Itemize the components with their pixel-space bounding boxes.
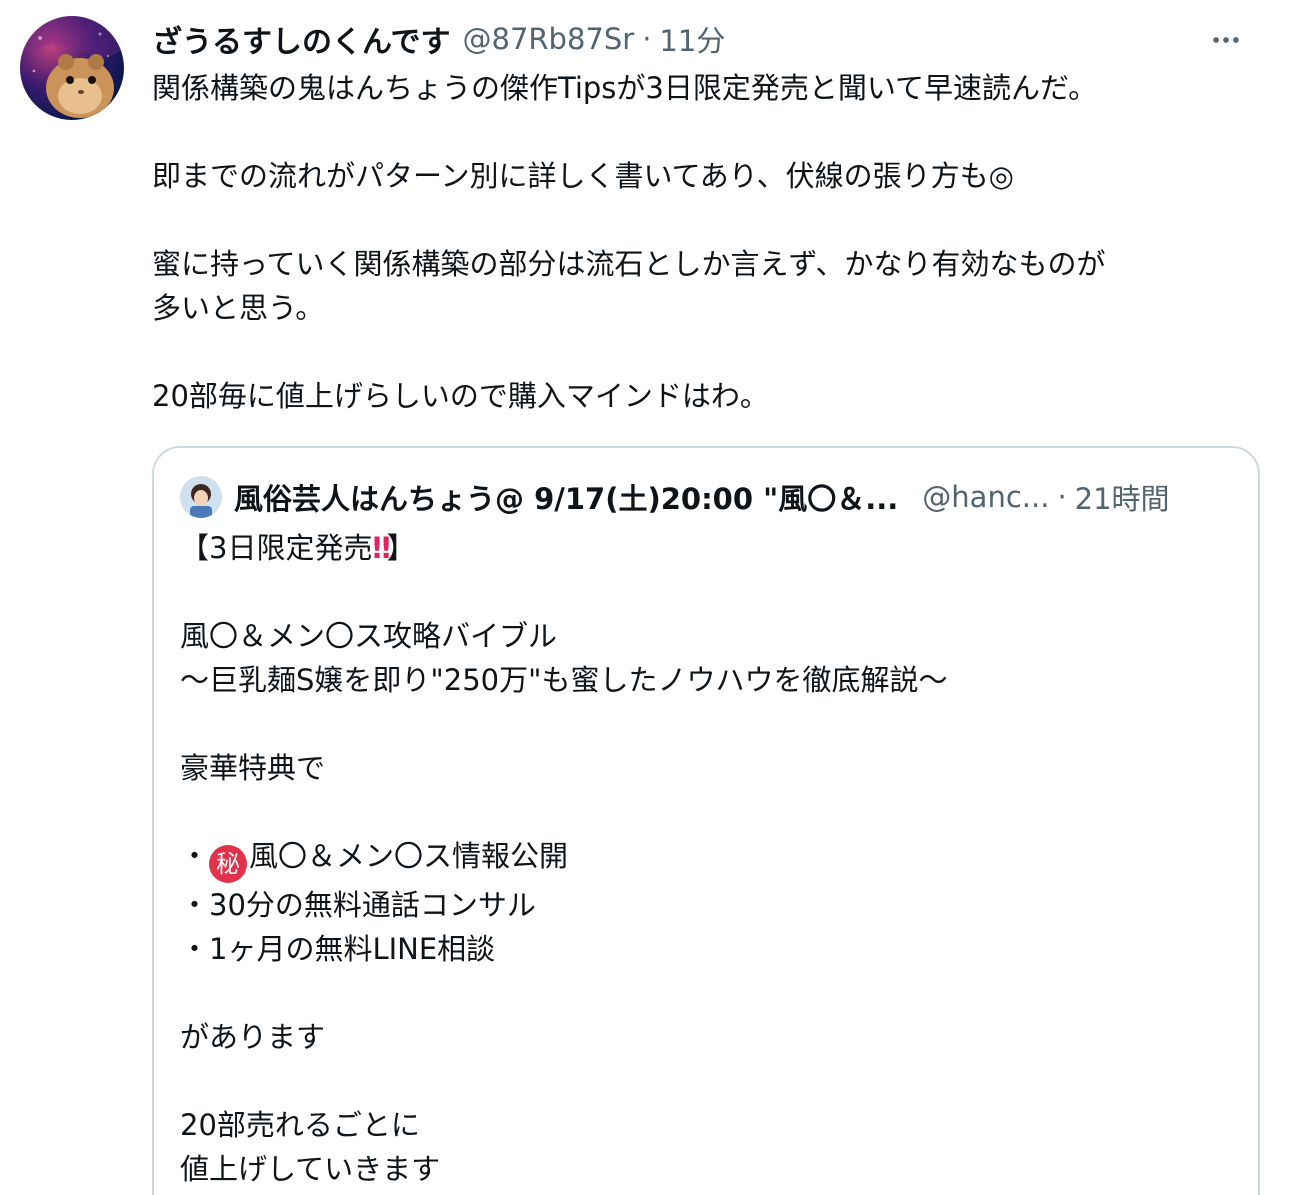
quoted-tweet-body: 【3日限定発売‼】 風〇＆メン〇ス攻略バイブル 〜巨乳麺S嬢を即り"250万"も… bbox=[180, 526, 1230, 1191]
quoted-tweet-timestamp: 21時間 bbox=[1074, 482, 1170, 516]
tweet-line: 蜜に持っていく関係構築の部分は流石としか言えず、かなり有効なものが bbox=[152, 247, 1106, 281]
tweet-line: 即までの流れがパターン別に詳しく書いてあり、伏線の張り方も◎ bbox=[152, 159, 1014, 193]
tweet-line: 多いと思う。 bbox=[152, 291, 325, 325]
more-options-button[interactable] bbox=[1208, 22, 1244, 58]
author-display-name[interactable]: ざうるすしのくんです bbox=[152, 17, 451, 61]
quoted-bonus-2: ・30分の無料通話コンサル bbox=[180, 888, 536, 922]
quoted-title-line: 【3日限定発売‼】 bbox=[180, 526, 1230, 570]
bonus-1-text: 風〇＆メン〇ス情報公開 bbox=[249, 839, 569, 873]
quoted-line-every20: 20部売れるごとに bbox=[180, 1108, 420, 1142]
author-avatar[interactable] bbox=[20, 16, 124, 120]
quoted-author-display-name: 風俗芸人はんちょう@ 9/17(土)20:00 "風〇＆... bbox=[234, 482, 899, 516]
header-separator: · bbox=[642, 22, 652, 56]
quoted-line-subtitle: 〜巨乳麺S嬢を即り"250万"も蜜したノウハウを徹底解説〜 bbox=[180, 663, 948, 697]
quoted-line-raise: 値上げしていきます bbox=[180, 1152, 441, 1186]
tweet-header: ざうるすしのくんです @87Rb87Sr · 11分 bbox=[152, 16, 725, 62]
author-handle[interactable]: @87Rb87Sr bbox=[463, 22, 635, 56]
tweet-line: 20部毎に値上げらしいので購入マインドはわ。 bbox=[152, 379, 769, 413]
bullet: ・ bbox=[180, 839, 210, 873]
quoted-author-handle: @hanc... bbox=[922, 480, 1050, 514]
quoted-title-prefix: 【3日限定発売 bbox=[180, 531, 373, 565]
quoted-line-bonus-heading: 豪華特典で bbox=[180, 751, 326, 785]
more-horizontal-icon bbox=[1213, 37, 1239, 43]
quoted-avatar-image bbox=[180, 476, 222, 518]
tweet-timestamp[interactable]: 11分 bbox=[659, 18, 725, 60]
quoted-title-suffix: 】 bbox=[386, 531, 416, 565]
quoted-line-there-is: があります bbox=[180, 1020, 326, 1054]
quoted-tweet-card[interactable]: 風俗芸人はんちょう@ 9/17(土)20:00 "風〇＆... @hanc...… bbox=[152, 446, 1260, 1195]
tweet-body: 関係構築の鬼はんちょうの傑作Tipsが3日限定発売と聞いて早速読んだ。 即までの… bbox=[152, 66, 1252, 418]
double-exclamation-emoji: ‼ bbox=[372, 531, 390, 565]
hamster-galaxy-avatar-image bbox=[20, 16, 124, 118]
quoted-bonus-1: ・秘風〇＆メン〇ス情報公開 bbox=[180, 834, 1230, 883]
quoted-tweet-header: 風俗芸人はんちょう@ 9/17(土)20:00 "風〇＆... @hanc...… bbox=[180, 474, 1230, 520]
tweet[interactable]: ざうるすしのくんです @87Rb87Sr · 11分 関係構築の鬼はんちょうの傑… bbox=[0, 0, 1294, 1195]
quoted-line-product: 風〇＆メン〇ス攻略バイブル bbox=[180, 619, 558, 653]
tweet-line: 関係構築の鬼はんちょうの傑作Tipsが3日限定発売と聞いて早速読んだ。 bbox=[152, 71, 1098, 105]
quoted-bonus-3: ・1ヶ月の無料LINE相談 bbox=[180, 932, 496, 966]
secret-emoji-icon: 秘 bbox=[209, 845, 248, 883]
quoted-author-avatar bbox=[180, 476, 222, 518]
quoted-header-separator: · bbox=[1057, 480, 1067, 514]
